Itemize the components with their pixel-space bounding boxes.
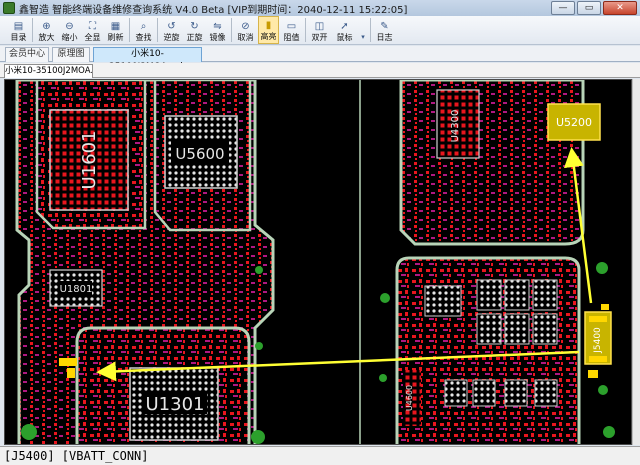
toolbar-log-button[interactable]: ✎ 日志 <box>374 16 395 44</box>
fit-all-icon: ⛶ <box>89 21 96 32</box>
app-logo-icon <box>3 2 15 14</box>
highlight-icon: ▮ <box>265 20 272 31</box>
toolbar-separator <box>129 18 130 42</box>
toolbar-separator <box>157 18 158 42</box>
minimize-button[interactable]: — <box>551 1 575 15</box>
chevron-down-icon: ▾ <box>361 33 365 41</box>
maximize-button[interactable]: ▭ <box>577 1 601 15</box>
pcb-board-drawing[interactable]: U1601 U5600 U1801 U1301 U4300 U5200 U460… <box>5 80 632 445</box>
toolbar-cancel-button[interactable]: ⊘ 取消 <box>235 16 256 44</box>
file-tab-bar: 小米10-35100J2MOA.pcb <box>0 63 640 78</box>
component-u4300[interactable]: U4300 <box>436 89 480 159</box>
label-u4300: U4300 <box>450 110 461 143</box>
label-j5400: J5400 <box>593 327 603 354</box>
rotate-cw-icon: ↻ <box>190 21 199 32</box>
toolbar-separator <box>305 18 306 42</box>
window-controls: — ▭ ✕ <box>551 1 637 15</box>
toolbar-mirror-button[interactable]: ⇋ 镜像 <box>207 16 228 44</box>
cancel-icon: ⊘ <box>241 21 250 32</box>
status-net-info: [J5400] [VBATT_CONN] <box>4 449 149 463</box>
label-u4600: U4600 <box>405 385 414 411</box>
toolbar-rotate-ccw-button[interactable]: ↺ 逆旋 <box>161 16 182 44</box>
zoom-out-icon: ⊖ <box>65 21 74 32</box>
status-bar: [J5400] [VBATT_CONN] <box>0 446 640 465</box>
component-u1801[interactable]: U1801 <box>49 269 103 307</box>
label-u1601: U1601 <box>79 131 100 190</box>
mouse-dropdown-button[interactable]: ▾ <box>359 16 367 44</box>
toolbar-zoom-out-button[interactable]: ⊖ 缩小 <box>59 16 80 44</box>
toolbar-highlight-button[interactable]: ▮ 高亮 <box>258 16 279 44</box>
tab-pcb-file[interactable]: 小米10-35100J2MOA.pcb <box>93 47 202 72</box>
close-button[interactable]: ✕ <box>603 1 637 15</box>
toolbar-resistance-button[interactable]: ▭ 阻值 <box>281 16 302 44</box>
toolbar-fit-all-button[interactable]: ⛶ 全显 <box>82 16 103 44</box>
toolbar-separator <box>32 18 33 42</box>
toolbar-refresh-button[interactable]: ▦ 刷新 <box>105 16 126 44</box>
rotate-ccw-icon: ↺ <box>167 21 176 32</box>
toolbar-dual-open-button[interactable]: ◫ 双开 <box>309 16 330 44</box>
dual-open-icon: ◫ <box>314 21 325 32</box>
toolbar-rotate-cw-button[interactable]: ↻ 正旋 <box>184 16 205 44</box>
label-u1301: U1301 <box>146 394 205 415</box>
window-title: 鑫智造 智能终端设备维修查询系统 V4.0 Beta [VIP到期时间：2040… <box>19 4 408 16</box>
label-u1801: U1801 <box>60 284 93 295</box>
tab-member-center[interactable]: 会员中心 <box>5 47 49 62</box>
app-window: 鑫智造 智能终端设备维修查询系统 V4.0 Beta [VIP到期时间：2040… <box>0 0 640 465</box>
toolbar-separator <box>231 18 232 42</box>
toolbar-separator <box>370 18 371 42</box>
component-u5200[interactable]: U5200 <box>547 103 601 141</box>
log-icon: ✎ <box>380 21 389 32</box>
catalog-icon: ▤ <box>13 21 24 32</box>
label-u5600: U5600 <box>175 145 224 163</box>
component-u1301[interactable]: U1301 <box>129 367 219 441</box>
mirror-icon: ⇋ <box>213 21 222 32</box>
resistance-icon: ▭ <box>286 21 297 32</box>
toolbar: ▤ 目录 ⊕ 放大 ⊖ 缩小 ⛶ 全显 ▦ 刷新 ⌕ 查找 ↺ 逆旋 ↻ 正旋 ⇋ 镜像 ⊘ 取消 … <box>0 16 640 45</box>
vertical-scrollbar[interactable] <box>632 79 640 445</box>
component-u1601[interactable]: U1601 <box>49 109 129 211</box>
toolbar-zoom-in-button[interactable]: ⊕ 放大 <box>36 16 57 44</box>
toolbar-catalog-button[interactable]: ▤ 目录 <box>8 16 29 44</box>
page-tab-bar: 会员中心 原理图 小米10-35100J2MOA.pcb <box>0 46 640 72</box>
label-u5200: U5200 <box>556 116 592 129</box>
tab-schematic[interactable]: 原理图 <box>52 47 90 62</box>
toolbar-mouse-button[interactable]: ➚ 鼠标 <box>332 16 357 44</box>
toolbar-search-button[interactable]: ⌕ 查找 <box>133 16 154 44</box>
refresh-icon: ▦ <box>110 21 121 32</box>
mouse-icon: ➚ <box>340 21 349 32</box>
zoom-in-icon: ⊕ <box>42 21 51 32</box>
component-u4600[interactable]: U4600 <box>403 370 421 426</box>
tab-open-file[interactable]: 小米10-35100J2MOA.pcb <box>4 64 93 78</box>
component-u5600[interactable]: U5600 <box>164 115 238 189</box>
pcb-canvas[interactable]: U1601 U5600 U1801 U1301 U4300 U5200 U460… <box>4 79 632 445</box>
title-bar[interactable]: 鑫智造 智能终端设备维修查询系统 V4.0 Beta [VIP到期时间：2040… <box>0 0 640 16</box>
search-icon: ⌕ <box>140 21 147 32</box>
